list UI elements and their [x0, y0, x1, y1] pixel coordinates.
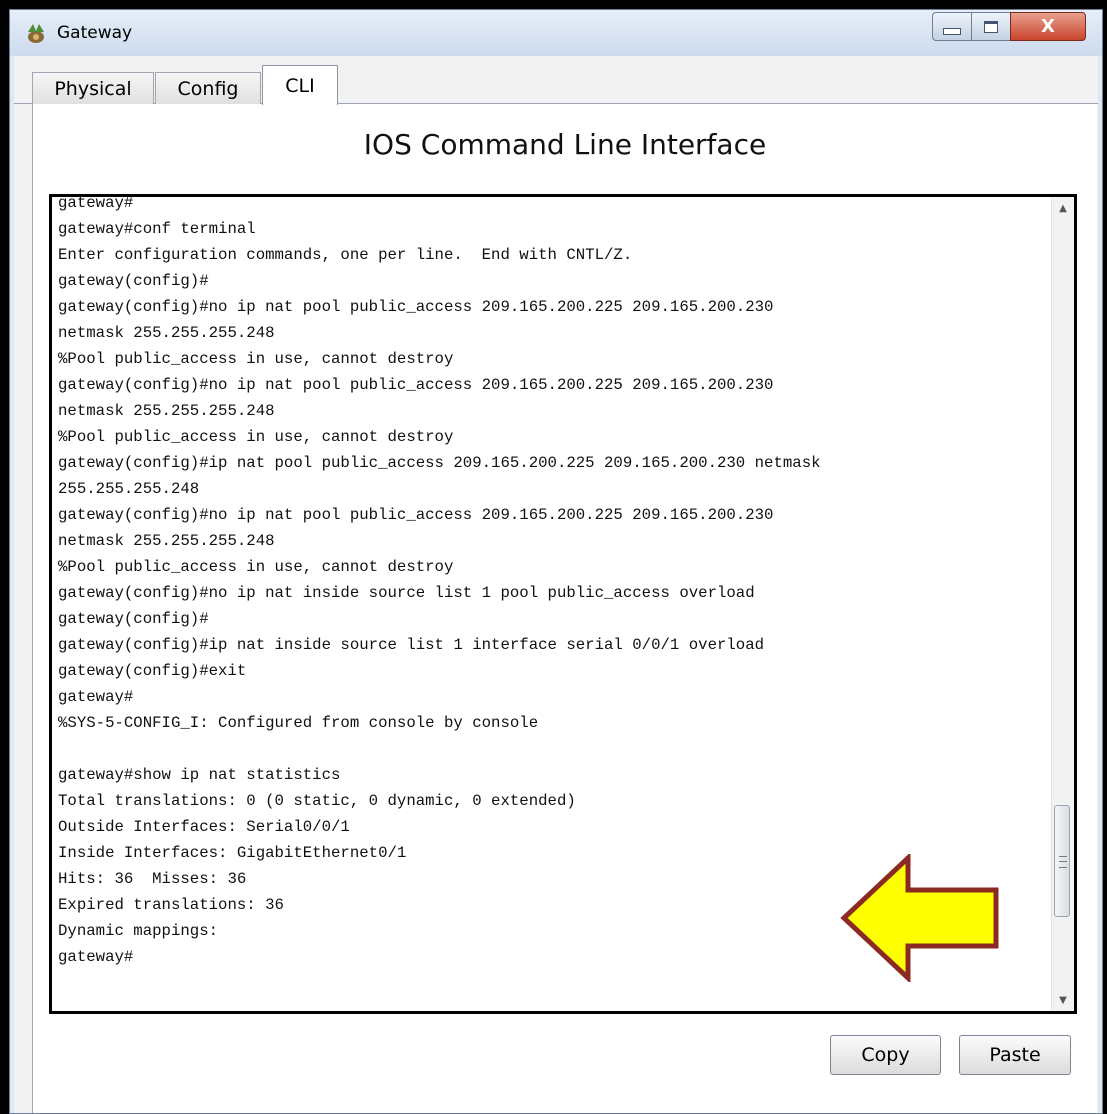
- terminal-line: netmask 255.255.255.248: [58, 402, 275, 420]
- minimize-button[interactable]: [932, 12, 972, 41]
- terminal-line: %Pool public_access in use, cannot destr…: [58, 350, 454, 368]
- terminal-line: gateway(config)#ip nat pool public_acces…: [58, 454, 821, 472]
- network-device-icon: [28, 24, 44, 43]
- terminal-line: gateway#conf terminal: [58, 220, 256, 238]
- scroll-up-icon[interactable]: ▲: [1052, 197, 1074, 219]
- maximize-button[interactable]: [971, 12, 1011, 41]
- cli-heading: IOS Command Line Interface: [363, 128, 767, 161]
- terminal-line: Enter configuration commands, one per li…: [58, 246, 633, 264]
- scrollbar-thumb[interactable]: [1054, 805, 1070, 917]
- paste-button[interactable]: Paste: [959, 1035, 1071, 1075]
- terminal-line: Total translations: 0 (0 static, 0 dynam…: [58, 792, 576, 810]
- terminal-line: netmask 255.255.255.248: [58, 532, 275, 550]
- terminal-line: gateway(config)#: [58, 272, 209, 290]
- grip-icon: [1059, 856, 1067, 868]
- minimize-icon: [943, 28, 961, 35]
- close-button[interactable]: X: [1010, 12, 1086, 41]
- terminal-line: gateway(config)#no ip nat pool public_ac…: [58, 376, 774, 394]
- terminal-line: gateway#: [58, 688, 134, 706]
- terminal-line: 255.255.255.248: [58, 480, 200, 498]
- terminal-line: %Pool public_access in use, cannot destr…: [58, 428, 454, 446]
- window-title: Gateway: [57, 23, 133, 43]
- tab-physical[interactable]: Physical: [32, 72, 154, 104]
- annotation-arrow-icon: [840, 854, 999, 982]
- scroll-down-icon[interactable]: ▼: [1052, 989, 1074, 1011]
- terminal-line: gateway(config)#no ip nat inside source …: [58, 584, 755, 602]
- terminal-scrollbar[interactable]: ▲ ▼: [1051, 197, 1074, 1011]
- tab-config[interactable]: Config: [155, 72, 261, 104]
- terminal-line: Outside Interfaces: Serial0/0/1: [58, 818, 350, 836]
- copy-button[interactable]: Copy: [830, 1035, 941, 1075]
- tab-cli[interactable]: CLI: [262, 65, 338, 105]
- terminal-line: gateway(config)#no ip nat pool public_ac…: [58, 298, 774, 316]
- maximize-icon: [984, 20, 998, 33]
- title-bar[interactable]: Gateway X: [10, 10, 1102, 56]
- terminal-line: netmask 255.255.255.248: [58, 324, 275, 342]
- close-icon: X: [1041, 16, 1055, 37]
- terminal-line: %SYS-5-CONFIG_I: Configured from console…: [58, 714, 539, 732]
- terminal-line: gateway(config)#ip nat inside source lis…: [58, 636, 765, 654]
- terminal-line: gateway(config)#no ip nat pool public_ac…: [58, 506, 774, 524]
- terminal-line: gateway#show ip nat statistics: [58, 766, 341, 784]
- terminal-line: gateway#: [58, 194, 134, 212]
- terminal-line: gateway(config)#: [58, 610, 209, 628]
- tab-strip: Physical Config CLI: [14, 56, 1098, 105]
- terminal-line: gateway(config)#exit: [58, 662, 247, 680]
- terminal-line: %Pool public_access in use, cannot destr…: [58, 558, 454, 576]
